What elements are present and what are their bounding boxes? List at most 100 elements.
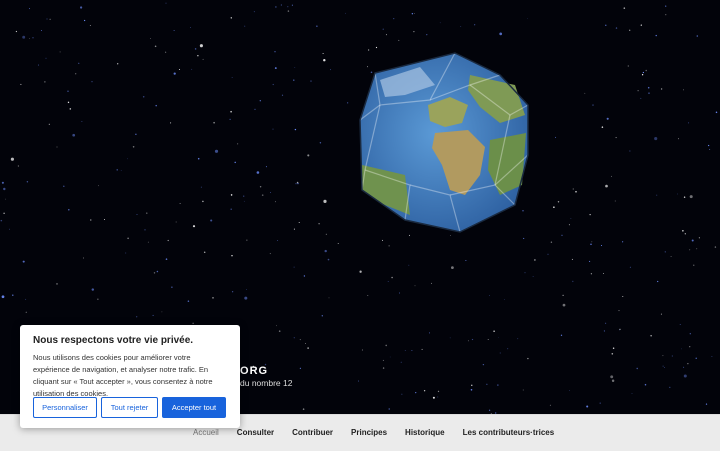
star: [470, 389, 473, 391]
star: [357, 380, 359, 382]
star: [194, 48, 197, 50]
star: [698, 237, 700, 239]
star: [423, 390, 426, 392]
star: [125, 252, 127, 254]
star: [611, 175, 612, 177]
star: [293, 228, 295, 230]
star: [91, 81, 93, 83]
star: [681, 348, 682, 350]
star: [79, 6, 83, 9]
star: [29, 38, 30, 39]
star: [22, 35, 26, 39]
star: [150, 38, 151, 39]
star: [89, 24, 91, 27]
star: [202, 200, 204, 203]
star: [677, 138, 680, 140]
star: [647, 86, 650, 89]
star: [231, 255, 233, 257]
star: [214, 149, 219, 153]
star: [655, 34, 657, 37]
star: [562, 294, 564, 297]
star: [388, 408, 390, 410]
star: [467, 340, 469, 342]
star: [631, 393, 633, 395]
nav-item-contributeurs[interactable]: Les contributeurs·trices: [463, 428, 555, 437]
star: [261, 194, 264, 196]
star: [230, 17, 233, 19]
star: [688, 122, 690, 124]
star: [527, 357, 529, 360]
star: [197, 55, 199, 57]
star: [679, 323, 681, 325]
star: [9, 228, 11, 230]
star: [645, 69, 647, 72]
star: [144, 229, 146, 231]
star: [603, 330, 605, 332]
star: [173, 30, 175, 31]
star: [291, 4, 293, 6]
star: [136, 316, 138, 318]
star: [549, 404, 551, 406]
nav-item-accueil[interactable]: Accueil: [193, 428, 219, 437]
star: [498, 336, 499, 338]
star: [68, 209, 70, 211]
star: [117, 63, 119, 65]
star: [171, 286, 173, 288]
star: [97, 298, 99, 300]
star: [48, 123, 50, 125]
star: [615, 27, 618, 29]
star: [231, 291, 234, 293]
star: [49, 18, 51, 20]
star: [67, 90, 69, 92]
star: [449, 337, 451, 339]
star: [629, 150, 631, 152]
star: [714, 246, 717, 248]
star: [487, 339, 489, 340]
star: [689, 333, 691, 335]
nav-item-historique[interactable]: Historique: [405, 428, 445, 437]
star: [319, 142, 322, 144]
nav-item-principes[interactable]: Principes: [351, 428, 387, 437]
star: [135, 133, 137, 135]
reject-all-button[interactable]: Tout rejeter: [101, 397, 158, 418]
star: [298, 222, 300, 223]
star: [489, 295, 490, 296]
nav-item-contribuer[interactable]: Contribuer: [292, 428, 333, 437]
star: [636, 367, 638, 370]
star: [662, 355, 664, 357]
star: [275, 6, 277, 8]
star: [499, 352, 501, 354]
site-title[interactable]: .ORG: [236, 365, 268, 377]
star: [253, 11, 255, 13]
star: [584, 92, 586, 94]
star: [431, 282, 432, 284]
star: [415, 391, 417, 394]
star: [550, 241, 553, 243]
star: [142, 95, 145, 98]
star: [570, 218, 572, 219]
star: [522, 389, 524, 391]
nav-item-consulter[interactable]: Consulter: [237, 428, 274, 437]
star: [78, 62, 80, 64]
star: [382, 367, 385, 369]
accept-all-button[interactable]: Accepter tout: [162, 397, 226, 418]
star: [534, 259, 536, 261]
star: [293, 266, 295, 268]
star: [683, 366, 685, 368]
star: [683, 196, 686, 198]
star: [25, 311, 27, 313]
star: [1, 295, 5, 299]
star: [231, 77, 233, 78]
star: [557, 201, 560, 203]
star: [683, 374, 687, 378]
star: [439, 22, 441, 24]
star: [614, 200, 616, 202]
star: [12, 294, 14, 296]
star: [293, 337, 295, 339]
customize-button[interactable]: Personnaliser: [33, 397, 97, 418]
star: [136, 214, 138, 215]
star: [347, 102, 349, 104]
star: [561, 234, 563, 236]
star: [274, 201, 276, 203]
star: [654, 137, 658, 141]
